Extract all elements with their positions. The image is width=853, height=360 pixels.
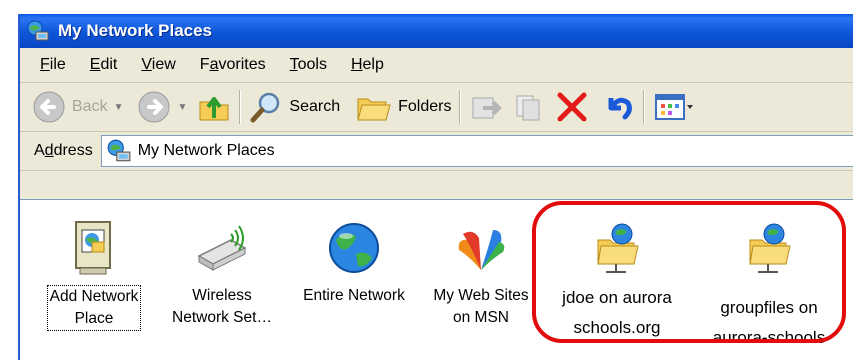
- toolbar: Back ▼ ▼ Search Folders: [20, 83, 853, 132]
- add-network-place-icon: [75, 221, 111, 275]
- add-network-place-label: Add Network Place: [46, 285, 142, 331]
- address-input[interactable]: My Network Places: [100, 135, 853, 167]
- red-highlight-annotation: [532, 201, 846, 343]
- entire-network-item[interactable]: Entire Network: [288, 220, 420, 307]
- folders-icon: [357, 98, 391, 121]
- my-web-sites-item[interactable]: My Web Sites on MSN: [422, 220, 540, 329]
- address-label: Address: [34, 142, 93, 159]
- delete-button[interactable]: [555, 87, 589, 127]
- move-to-icon: [472, 97, 503, 119]
- back-label: Back: [72, 98, 108, 115]
- wireless-network-setup-label-1: Wireless: [192, 287, 252, 304]
- copy-to-icon: [516, 95, 540, 121]
- msn-butterfly-icon: [458, 230, 505, 270]
- network-places-icon: [27, 20, 49, 41]
- move-to-button[interactable]: [469, 87, 503, 127]
- entire-network-label: Entire Network: [303, 287, 405, 304]
- undo-button[interactable]: [601, 87, 635, 127]
- menu-edit[interactable]: Edit: [90, 56, 118, 74]
- delete-x-icon: [557, 92, 587, 122]
- wireless-network-setup-item[interactable]: Wireless Network Set…: [162, 220, 282, 329]
- wireless-adapter-icon: [197, 225, 247, 271]
- back-dropdown-icon[interactable]: ▼: [114, 102, 124, 113]
- explorer-window: My Network Places File Edit View Favorit…: [18, 14, 853, 360]
- my-web-sites-label-2: on MSN: [453, 309, 509, 326]
- search-label: Search: [289, 98, 341, 115]
- forward-button[interactable]: ▼: [137, 87, 187, 127]
- menu-tools[interactable]: Tools: [290, 56, 327, 74]
- back-arrow-icon: [33, 91, 65, 123]
- address-value: My Network Places: [137, 142, 275, 159]
- toolbar-separator: [239, 90, 242, 124]
- up-folder-button[interactable]: [197, 87, 231, 127]
- copy-to-button[interactable]: [511, 87, 545, 127]
- forward-arrow-icon: [138, 91, 170, 123]
- views-icon: [655, 94, 694, 120]
- menu-favorites[interactable]: Favorites: [200, 56, 266, 74]
- folders-label: Folders: [398, 98, 452, 115]
- window-title: My Network Places: [58, 21, 213, 40]
- menu-bar: File Edit View Favorites Tools Help: [20, 48, 853, 83]
- back-button[interactable]: Back ▼: [32, 87, 123, 127]
- globe-icon: [329, 223, 379, 273]
- menu-file[interactable]: File: [40, 56, 66, 74]
- add-network-place-item[interactable]: Add Network Place: [34, 220, 154, 331]
- menu-help[interactable]: Help: [351, 56, 384, 74]
- search-icon: [250, 92, 280, 123]
- undo-icon: [608, 97, 633, 120]
- wireless-network-setup-label-2: Network Set…: [172, 309, 272, 326]
- folders-button[interactable]: Folders: [356, 87, 451, 127]
- toolbar-separator: [459, 90, 462, 124]
- my-web-sites-label-1: My Web Sites: [433, 287, 529, 304]
- toolbar-separator: [643, 90, 646, 124]
- forward-dropdown-icon[interactable]: ▼: [177, 102, 187, 113]
- menu-view[interactable]: View: [141, 56, 175, 74]
- up-folder-icon: [199, 97, 229, 121]
- title-bar[interactable]: My Network Places: [20, 14, 853, 48]
- views-button[interactable]: [653, 87, 694, 127]
- address-bar: Address My Network Places: [20, 132, 853, 171]
- search-button[interactable]: Search: [249, 87, 340, 127]
- network-places-icon: [107, 139, 131, 162]
